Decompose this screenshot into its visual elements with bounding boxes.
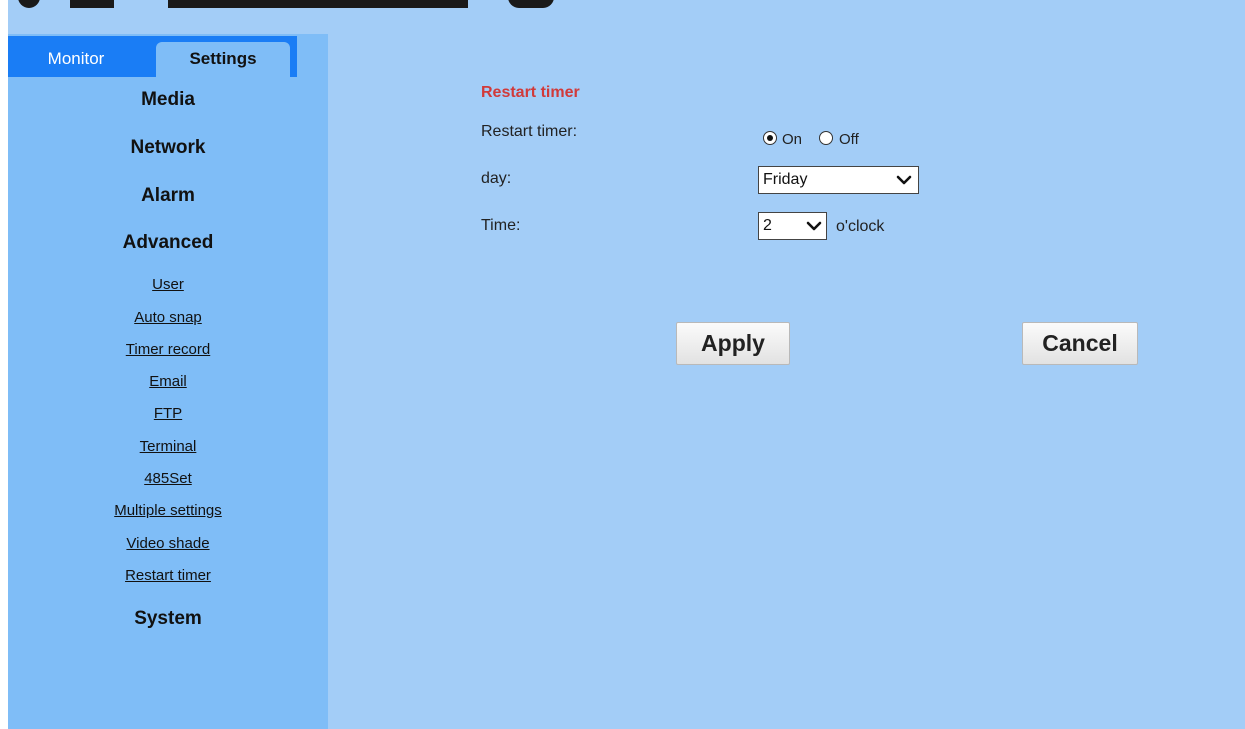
sidebar: Monitor Settings Media Network Alarm Adv… bbox=[8, 34, 328, 729]
tab-bar: Monitor Settings bbox=[8, 34, 328, 77]
day-label: day: bbox=[481, 170, 512, 187]
submenu-timer-record[interactable]: Timer record bbox=[8, 341, 328, 358]
submenu-terminal[interactable]: Terminal bbox=[8, 438, 328, 455]
chevron-down-icon bbox=[806, 221, 822, 231]
logo-fragment bbox=[70, 0, 114, 8]
menu-alarm[interactable]: Alarm bbox=[8, 185, 328, 207]
restart-timer-label: Restart timer: bbox=[481, 123, 578, 140]
chevron-down-icon bbox=[896, 175, 912, 185]
logo-fragment bbox=[508, 0, 554, 8]
tab-settings[interactable]: Settings bbox=[156, 42, 290, 77]
time-select-value: 2 bbox=[763, 217, 772, 234]
apply-button[interactable]: Apply bbox=[676, 322, 790, 365]
restart-on-radio[interactable] bbox=[763, 131, 777, 145]
logo-fragment bbox=[18, 0, 40, 8]
day-select[interactable]: Friday bbox=[758, 166, 919, 194]
top-banner bbox=[8, 0, 1245, 34]
submenu-user[interactable]: User bbox=[8, 276, 328, 293]
submenu-email[interactable]: Email bbox=[8, 373, 328, 390]
day-select-value: Friday bbox=[763, 171, 808, 188]
restart-on-label[interactable]: On bbox=[782, 131, 802, 148]
submenu-auto-snap[interactable]: Auto snap bbox=[8, 309, 328, 326]
submenu-ftp[interactable]: FTP bbox=[8, 405, 328, 422]
time-unit-label: o'clock bbox=[836, 218, 885, 235]
restart-off-radio[interactable] bbox=[819, 131, 833, 145]
time-select[interactable]: 2 bbox=[758, 212, 827, 240]
submenu-485set[interactable]: 485Set bbox=[8, 470, 328, 487]
menu-media[interactable]: Media bbox=[8, 89, 328, 111]
cancel-button[interactable]: Cancel bbox=[1022, 322, 1138, 365]
restart-off-label[interactable]: Off bbox=[839, 131, 859, 148]
submenu-video-shade[interactable]: Video shade bbox=[8, 535, 328, 552]
time-label: Time: bbox=[481, 217, 521, 234]
menu-system[interactable]: System bbox=[8, 608, 328, 630]
logo-fragment bbox=[168, 0, 468, 8]
tab-monitor[interactable]: Monitor bbox=[8, 45, 144, 73]
section-title: Restart timer bbox=[481, 84, 580, 101]
settings-panel: Restart timer Restart timer: On Off day:… bbox=[328, 34, 1245, 729]
submenu-multiple-settings[interactable]: Multiple settings bbox=[8, 502, 328, 519]
menu-advanced[interactable]: Advanced bbox=[8, 232, 328, 254]
menu-network[interactable]: Network bbox=[8, 137, 328, 159]
submenu-restart-timer[interactable]: Restart timer bbox=[8, 567, 328, 584]
